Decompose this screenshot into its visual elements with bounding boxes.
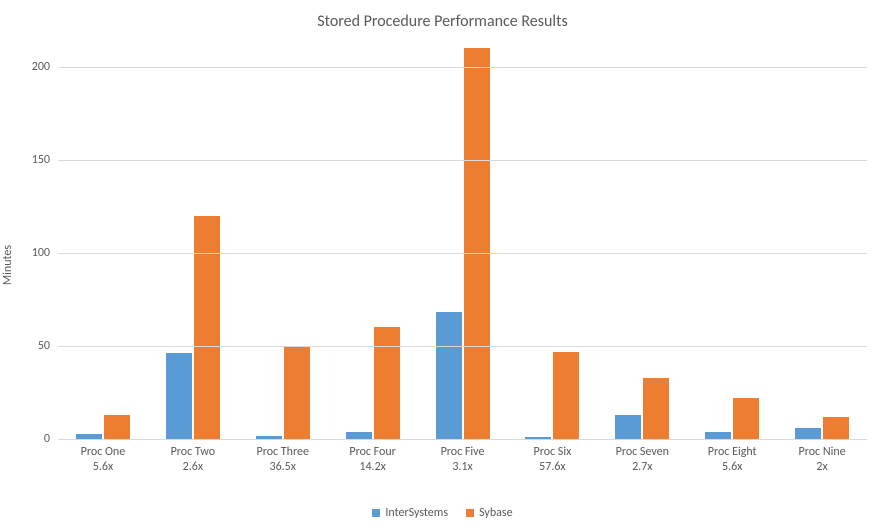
bar xyxy=(823,417,849,439)
category-subtext: 57.6x xyxy=(507,460,597,475)
category-label: Proc Eight5.6x xyxy=(687,439,777,475)
category-name: Proc Nine xyxy=(777,445,867,460)
gridline xyxy=(58,160,867,161)
category-label: Proc One5.6x xyxy=(58,439,148,475)
category-subtext: 5.6x xyxy=(58,460,148,475)
category-subtext: 5.6x xyxy=(687,460,777,475)
category-group: Proc Five3.1x xyxy=(418,48,508,439)
bar xyxy=(194,216,220,439)
category-label: Proc Six57.6x xyxy=(507,439,597,475)
bar xyxy=(705,432,731,439)
legend-item-intersystems: InterSystems xyxy=(372,506,448,520)
bar xyxy=(374,327,400,439)
bar xyxy=(615,415,641,439)
bar xyxy=(166,353,192,439)
gridline xyxy=(58,346,867,347)
category-name: Proc Five xyxy=(418,445,508,460)
category-subtext: 2x xyxy=(777,460,867,475)
bar xyxy=(284,346,310,439)
plot-area: Proc One5.6xProc Two2.6xProc Three36.5xP… xyxy=(58,48,867,440)
category-group: Proc Three36.5x xyxy=(238,48,328,439)
bar xyxy=(104,415,130,439)
category-label: Proc Four14.2x xyxy=(328,439,418,475)
category-label: Proc Three36.5x xyxy=(238,439,328,475)
category-label: Proc Two2.6x xyxy=(148,439,238,475)
legend: InterSystems Sybase xyxy=(0,506,885,520)
category-label: Proc Five3.1x xyxy=(418,439,508,475)
y-tick-label: 150 xyxy=(32,153,58,167)
category-group: Proc Two2.6x xyxy=(148,48,238,439)
chart-container: Stored Procedure Performance Results Min… xyxy=(0,0,885,530)
category-name: Proc Three xyxy=(238,445,328,460)
category-label: Proc Seven2.7x xyxy=(597,439,687,475)
chart-title: Stored Procedure Performance Results xyxy=(0,12,885,31)
bar xyxy=(464,48,490,439)
category-name: Proc One xyxy=(58,445,148,460)
category-group: Proc Four14.2x xyxy=(328,48,418,439)
category-subtext: 14.2x xyxy=(328,460,418,475)
category-name: Proc Eight xyxy=(687,445,777,460)
category-group: Proc Nine2x xyxy=(777,48,867,439)
category-group: Proc Eight5.6x xyxy=(687,48,777,439)
category-subtext: 2.7x xyxy=(597,460,687,475)
gridline xyxy=(58,253,867,254)
category-subtext: 3.1x xyxy=(418,460,508,475)
bars-row: Proc One5.6xProc Two2.6xProc Three36.5xP… xyxy=(58,48,867,439)
category-name: Proc Four xyxy=(328,445,418,460)
bar xyxy=(553,352,579,440)
y-axis-label: Minutes xyxy=(1,245,15,285)
category-group: Proc One5.6x xyxy=(58,48,148,439)
category-group: Proc Six57.6x xyxy=(507,48,597,439)
category-group: Proc Seven2.7x xyxy=(597,48,687,439)
bar xyxy=(733,398,759,439)
category-label: Proc Nine2x xyxy=(777,439,867,475)
y-tick-label: 50 xyxy=(38,339,58,353)
bar xyxy=(795,428,821,439)
y-tick-label: 100 xyxy=(32,246,58,260)
bar xyxy=(643,378,669,439)
category-subtext: 36.5x xyxy=(238,460,328,475)
y-tick-label: 200 xyxy=(32,60,58,74)
y-tick-label: 0 xyxy=(44,432,58,446)
category-name: Proc Six xyxy=(507,445,597,460)
legend-swatch-icon xyxy=(466,509,474,517)
category-subtext: 2.6x xyxy=(148,460,238,475)
legend-swatch-icon xyxy=(372,509,380,517)
legend-item-sybase: Sybase xyxy=(466,506,513,520)
bar xyxy=(346,432,372,439)
category-name: Proc Seven xyxy=(597,445,687,460)
bar xyxy=(436,312,462,439)
category-name: Proc Two xyxy=(148,445,238,460)
legend-label: Sybase xyxy=(479,506,513,520)
gridline xyxy=(58,67,867,68)
legend-label: InterSystems xyxy=(385,506,448,520)
